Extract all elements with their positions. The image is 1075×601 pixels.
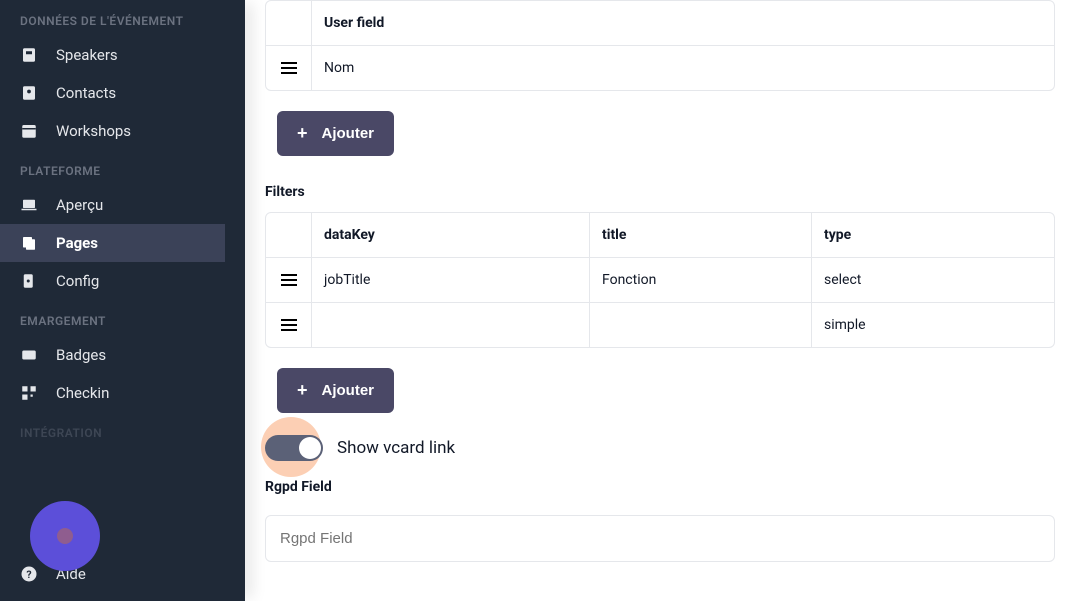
sidebar-item-checkin[interactable]: Checkin (0, 374, 245, 412)
plus-icon: + (297, 123, 308, 144)
user-field-cell[interactable]: Nom (312, 46, 1054, 90)
sidebar-item-label: Contacts (56, 84, 116, 102)
drag-icon (281, 274, 297, 286)
section-title-event-data: DONNÉES DE L'ÉVÉNEMENT (0, 0, 245, 36)
sidebar-item-workshops[interactable]: Workshops (0, 112, 245, 150)
user-field-table: User field Nom (265, 0, 1055, 91)
sidebar-item-help[interactable]: ? Aide (0, 557, 245, 591)
filter-title-cell[interactable] (590, 303, 812, 347)
sidebar-item-pages[interactable]: Pages (0, 224, 245, 262)
sidebar-item-contacts[interactable]: Contacts (0, 74, 245, 112)
table-header-row: User field (266, 1, 1054, 46)
handle-header (266, 213, 312, 257)
table-row: simple (266, 303, 1054, 347)
drag-icon (281, 319, 297, 331)
vcard-toggle-row: Show vcard link (265, 435, 1055, 461)
rgpd-field-input[interactable] (265, 515, 1055, 562)
filter-type-cell[interactable]: simple (812, 303, 1054, 347)
button-label: Ajouter (322, 382, 375, 399)
drag-icon (281, 62, 297, 74)
rgpd-heading: Rgpd Field (265, 479, 1055, 495)
sidebar-item-badges[interactable]: Badges (0, 336, 245, 374)
plus-icon: + (297, 380, 308, 401)
badge-icon (20, 346, 44, 364)
sidebar-right-edge (225, 0, 245, 601)
calendar-icon (20, 122, 44, 140)
sidebar-item-label: Workshops (56, 122, 131, 140)
sidebar-item-label: Config (56, 272, 99, 290)
section-title-checkin: EMARGEMENT (0, 300, 245, 336)
sidebar-item-label: Speakers (56, 46, 118, 64)
filter-type-cell[interactable]: select (812, 258, 1054, 302)
table-header-row: dataKey title type (266, 213, 1054, 258)
table-row: jobTitle Fonction select (266, 258, 1054, 303)
pages-icon (20, 234, 44, 252)
sidebar: DONNÉES DE L'ÉVÉNEMENT Speakers Contacts… (0, 0, 245, 601)
column-header-datakey: dataKey (312, 213, 590, 257)
svg-text:?: ? (26, 568, 31, 581)
help-icon: ? (20, 565, 44, 583)
laptop-icon (20, 196, 44, 214)
vcard-toggle-label: Show vcard link (337, 438, 455, 458)
add-user-field-button[interactable]: + Ajouter (277, 111, 394, 156)
handle-header (266, 1, 312, 45)
vcard-toggle[interactable] (265, 435, 323, 461)
drag-handle[interactable] (266, 46, 312, 90)
sidebar-item-speakers[interactable]: Speakers (0, 36, 245, 74)
column-header-user-field: User field (312, 1, 1054, 45)
sidebar-item-label: Checkin (56, 384, 109, 402)
help-fab[interactable] (30, 501, 100, 571)
sidebar-item-label: Badges (56, 346, 106, 364)
table-row: Nom (266, 46, 1054, 90)
config-icon (20, 272, 44, 290)
speakers-icon (20, 46, 44, 64)
sidebar-item-label: Aperçu (56, 196, 103, 214)
drag-handle[interactable] (266, 303, 312, 347)
filter-datakey-cell[interactable] (312, 303, 590, 347)
add-filter-button[interactable]: + Ajouter (277, 368, 394, 413)
section-title-integration: INTÉGRATION (0, 412, 245, 448)
contacts-icon (20, 84, 44, 102)
main-content: User field Nom + Ajouter Filters dataKey… (245, 0, 1075, 601)
filter-title-cell[interactable]: Fonction (590, 258, 812, 302)
filters-heading: Filters (265, 184, 1055, 200)
button-label: Ajouter (322, 125, 375, 142)
sidebar-item-label: Pages (56, 234, 98, 252)
column-header-title: title (590, 213, 812, 257)
drag-handle[interactable] (266, 258, 312, 302)
qrcode-icon (20, 384, 44, 402)
filters-table: dataKey title type jobTitle Fonction sel… (265, 212, 1055, 348)
sidebar-item-apercu[interactable]: Aperçu (0, 186, 245, 224)
filter-datakey-cell[interactable]: jobTitle (312, 258, 590, 302)
sidebar-item-config[interactable]: Config (0, 262, 245, 300)
column-header-type: type (812, 213, 1054, 257)
section-title-platform: PLATEFORME (0, 150, 245, 186)
